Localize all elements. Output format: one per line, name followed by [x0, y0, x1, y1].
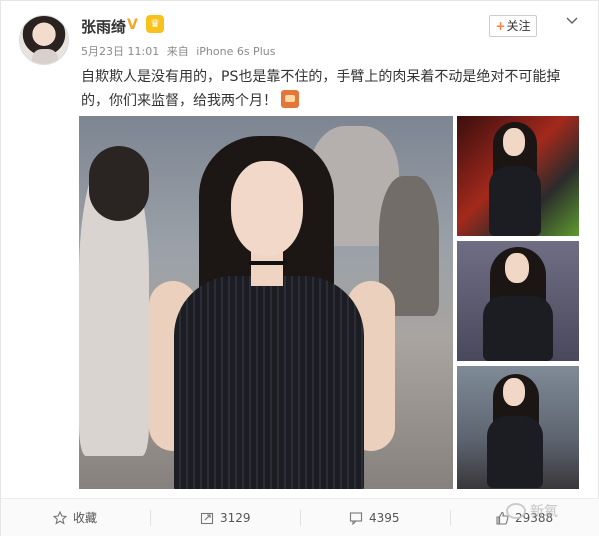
favorite-button[interactable]: 收藏: [52, 499, 98, 536]
follow-label: 关注: [506, 19, 531, 33]
favorite-label: 收藏: [73, 511, 98, 525]
emoji-icon: [281, 90, 300, 108]
divider: [300, 510, 301, 526]
watermark: 新氧: [506, 501, 558, 521]
watermark-text: 新氧: [530, 504, 558, 520]
comment-button[interactable]: 4395: [349, 499, 400, 536]
post-text-content: 自欺欺人是没有用的，PS也是靠不住的，手臂上的肉呆着不动是绝对不可能掉的，你们来…: [81, 69, 561, 109]
username[interactable]: 张雨绮: [81, 16, 126, 37]
avatar[interactable]: [19, 15, 69, 65]
chevron-down-icon[interactable]: [566, 15, 578, 27]
verified-v-icon: V: [127, 17, 138, 33]
weibo-post-card: 张雨绮 V ♛ 5月23日 11:01 来自 iPhone 6s Plus +关…: [0, 0, 599, 536]
follow-button[interactable]: +关注: [489, 15, 537, 37]
post-meta: 5月23日 11:01 来自 iPhone 6s Plus: [81, 43, 279, 59]
main-photo[interactable]: [79, 116, 453, 489]
comment-count: 4395: [369, 511, 400, 525]
thumbnail-photo-1[interactable]: [457, 116, 579, 236]
source-device: iPhone 6s Plus: [196, 45, 276, 58]
crown-icon[interactable]: ♛: [146, 15, 164, 33]
star-icon: [52, 510, 68, 525]
plus-icon: +: [495, 19, 506, 33]
comment-icon: [349, 512, 363, 526]
thumbnail-photo-2[interactable]: [457, 241, 579, 361]
divider: [450, 510, 451, 526]
repost-icon: [200, 512, 214, 525]
thumbnail-photo-3[interactable]: [457, 366, 579, 489]
divider: [150, 510, 151, 526]
post-date[interactable]: 5月23日 11:01: [81, 45, 159, 58]
wechat-logo-icon: [506, 503, 526, 519]
post-text: 自欺欺人是没有用的，PS也是靠不住的，手臂上的肉呆着不动是绝对不可能掉的，你们来…: [81, 65, 581, 113]
source-prefix: 来自: [166, 45, 189, 58]
repost-button[interactable]: 3129: [200, 499, 251, 536]
repost-count: 3129: [220, 511, 251, 525]
